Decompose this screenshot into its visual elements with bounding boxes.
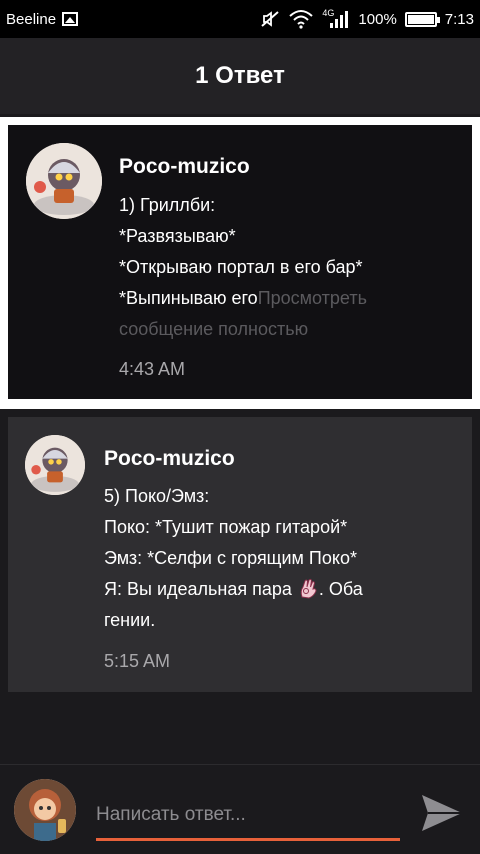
reply-line: Поко: *Тушит пожар гитарой* [104,517,348,537]
reply-line: Эмз: *Селфи с горящим Поко* [104,548,357,568]
reply-timestamp: 5:15 AM [104,651,171,671]
reply-body: 5) Поко/Эмз: Поко: *Тушит пожар гитарой*… [104,481,363,636]
reply-card[interactable]: Poco-muzico 1) Гриллби: *Развязываю* *От… [8,125,472,399]
reply-line: гении. [104,610,156,630]
ok-hand-emoji-icon [297,577,319,599]
send-button[interactable] [418,789,466,837]
reply-line: 5) Поко/Эмз: [104,486,210,506]
signal-icon: 4G [322,8,350,29]
reply-input[interactable] [96,795,400,841]
reply-line: . Оба [318,579,363,599]
reply-line: *Выпинываю его [119,288,258,308]
gallery-notification-icon [62,12,79,26]
reply-card[interactable]: Poco-muzico 5) Поко/Эмз: Поко: *Тушит по… [8,417,472,692]
reply-line: 1) Гриллби: [119,195,216,215]
reply-body: 1) Гриллби: *Развязываю* *Открываю порта… [119,190,367,345]
avatar[interactable] [25,435,85,495]
page-title: 1 Ответ [195,62,285,89]
wifi-icon [288,9,314,29]
highlighted-reply-frame: Poco-muzico 1) Гриллби: *Развязываю* *От… [0,117,480,409]
reply-line: Я: Вы идеальная пара [104,579,292,599]
reply-line: *Открываю портал в его бар* [119,257,363,277]
mute-icon [260,9,280,29]
clock: 7:13 [444,10,474,28]
carrier-name: Beeline [6,10,57,28]
author-name[interactable]: Poco-muzico [119,155,250,179]
reply-composer [0,764,480,854]
view-full-message-link-cont[interactable]: сообщение полностью [119,314,367,345]
author-name[interactable]: Poco-muzico [104,447,235,471]
send-icon [422,795,462,831]
battery-percent: 100% [358,10,397,28]
network-type: 4G [322,8,335,18]
reply-timestamp: 4:43 AM [119,359,186,379]
header: 1 Ответ [0,38,480,114]
view-full-message-link[interactable]: Просмотреть [258,288,367,308]
avatar[interactable] [26,143,102,219]
current-user-avatar[interactable] [14,779,76,841]
battery-icon [404,11,440,27]
reply-line: *Развязываю* [119,226,236,246]
status-bar: Beeline 4G 100% 7:13 [0,0,480,38]
